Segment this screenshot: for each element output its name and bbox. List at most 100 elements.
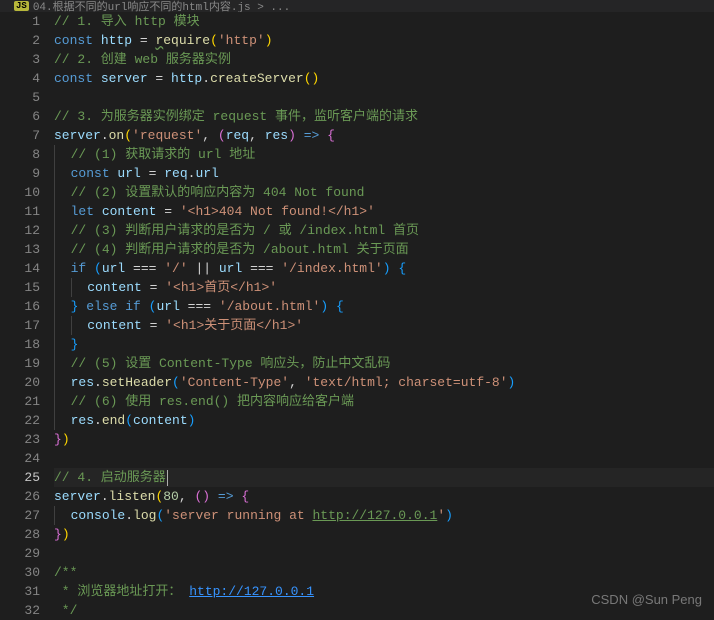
line-number: 4	[0, 69, 40, 88]
token: console	[71, 508, 126, 523]
code-line[interactable]: // 2. 创建 web 服务器实例	[54, 50, 714, 69]
token: content	[87, 280, 142, 295]
line-number: 3	[0, 50, 40, 69]
token: =	[142, 280, 165, 295]
token: (	[125, 413, 133, 428]
token: log	[133, 508, 156, 523]
tab-bar: JS 04.根据不同的url响应不同的html内容.js > ...	[0, 0, 714, 12]
code-editor[interactable]: 1234567891011121314151617181920212223242…	[0, 12, 714, 619]
line-number: 6	[0, 107, 40, 126]
token: url	[102, 261, 125, 276]
code-line[interactable]: }	[54, 335, 714, 354]
token: ,	[289, 375, 305, 390]
code-line[interactable]: // 4. 启动服务器	[54, 468, 714, 487]
token: req	[226, 128, 249, 143]
line-number: 12	[0, 221, 40, 240]
code-line[interactable]: })	[54, 525, 714, 544]
code-line[interactable]: // (4) 判断用户请求的是否为 /about.html 关于页面	[54, 240, 714, 259]
token: '/index.html'	[281, 261, 382, 276]
token: =>	[218, 489, 234, 504]
code-line[interactable]: res.setHeader('Content-Type', 'text/html…	[54, 373, 714, 392]
token: {	[327, 128, 335, 143]
token: /**	[54, 565, 77, 580]
code-line[interactable]: content = '<h1>首页</h1>'	[54, 278, 714, 297]
line-number: 26	[0, 487, 40, 506]
line-number: 16	[0, 297, 40, 316]
token: =	[156, 204, 179, 219]
token: }	[54, 432, 62, 447]
code-line[interactable]: res.end(content)	[54, 411, 714, 430]
code-line[interactable]: // (2) 设置默认的响应内容为 404 Not found	[54, 183, 714, 202]
code-line[interactable]	[54, 544, 714, 563]
token: server	[54, 489, 101, 504]
line-number: 24	[0, 449, 40, 468]
code-area[interactable]: // 1. 导入 http 模块const http = require('ht…	[54, 12, 714, 619]
code-line[interactable]: let content = '<h1>404 Not found!</h1>'	[54, 202, 714, 221]
token: 80	[163, 489, 179, 504]
code-line[interactable]: })	[54, 430, 714, 449]
code-line[interactable]: if (url === '/' || url === '/index.html'…	[54, 259, 714, 278]
code-line[interactable]: // 1. 导入 http 模块	[54, 12, 714, 31]
token: .	[202, 71, 210, 86]
code-line[interactable]: // (3) 判断用户请求的是否为 / 或 /index.html 首页	[54, 221, 714, 240]
code-line[interactable]: // 3. 为服务器实例绑定 request 事件，监听客户端的请求	[54, 107, 714, 126]
token: {	[336, 299, 344, 314]
token: {	[398, 261, 406, 276]
code-line[interactable]: const url = req.url	[54, 164, 714, 183]
token: // (5) 设置 Content-Type 响应头，防止中文乱码	[71, 356, 391, 371]
token: let	[71, 204, 102, 219]
token: res	[71, 375, 94, 390]
code-line[interactable]	[54, 88, 714, 107]
code-line[interactable]: // (1) 获取请求的 url 地址	[54, 145, 714, 164]
token: )	[383, 261, 391, 276]
token: // (2) 设置默认的响应内容为 404 Not found	[71, 185, 365, 200]
token: )	[62, 432, 70, 447]
token: 'Content-Type'	[180, 375, 289, 390]
token: listen	[109, 489, 156, 504]
token: on	[109, 128, 125, 143]
code-line[interactable]	[54, 449, 714, 468]
token: content	[102, 204, 157, 219]
file-tab[interactable]: JS 04.根据不同的url响应不同的html内容.js > ...	[8, 0, 296, 12]
token: url	[156, 299, 179, 314]
token: '<h1>关于页面</h1>'	[165, 318, 303, 333]
token: http://127.0.0.1	[189, 584, 314, 599]
token: )	[188, 413, 196, 428]
token: */	[54, 603, 77, 618]
token: )	[445, 508, 453, 523]
token: end	[102, 413, 125, 428]
code-line[interactable]: /**	[54, 563, 714, 582]
token: 'text/html; charset=utf-8'	[305, 375, 508, 390]
code-line[interactable]: const server = http.createServer()	[54, 69, 714, 88]
code-line[interactable]: // (6) 使用 res.end() 把内容响应给客户端	[54, 392, 714, 411]
line-number: 11	[0, 202, 40, 221]
token: // (3) 判断用户请求的是否为 / 或 /index.html 首页	[71, 223, 419, 238]
token: 'request'	[132, 128, 202, 143]
line-number: 13	[0, 240, 40, 259]
token: (	[210, 33, 218, 48]
token: http://127.0.0.1	[312, 508, 437, 523]
gutter: 1234567891011121314151617181920212223242…	[0, 12, 54, 619]
code-line[interactable]: console.log('server running at http://12…	[54, 506, 714, 525]
code-line[interactable]: // (5) 设置 Content-Type 响应头，防止中文乱码	[54, 354, 714, 373]
code-line[interactable]: server.listen(80, () => {	[54, 487, 714, 506]
code-line[interactable]: } else if (url === '/about.html') {	[54, 297, 714, 316]
line-number: 2	[0, 31, 40, 50]
token: setHeader	[102, 375, 172, 390]
token: '	[437, 508, 445, 523]
token: )	[508, 375, 516, 390]
token: =	[148, 71, 171, 86]
token: )	[288, 128, 296, 143]
token: url	[195, 166, 218, 181]
token: =	[142, 318, 165, 333]
code-line[interactable]: content = '<h1>关于页面</h1>'	[54, 316, 714, 335]
code-line[interactable]: server.on('request', (req, res) => {	[54, 126, 714, 145]
token: ===	[180, 299, 219, 314]
token: 'server running at	[164, 508, 312, 523]
token: '<h1>首页</h1>'	[165, 280, 277, 295]
line-number: 20	[0, 373, 40, 392]
line-number: 29	[0, 544, 40, 563]
token: content	[133, 413, 188, 428]
token: url	[219, 261, 242, 276]
code-line[interactable]: const http = require('http')	[54, 31, 714, 50]
